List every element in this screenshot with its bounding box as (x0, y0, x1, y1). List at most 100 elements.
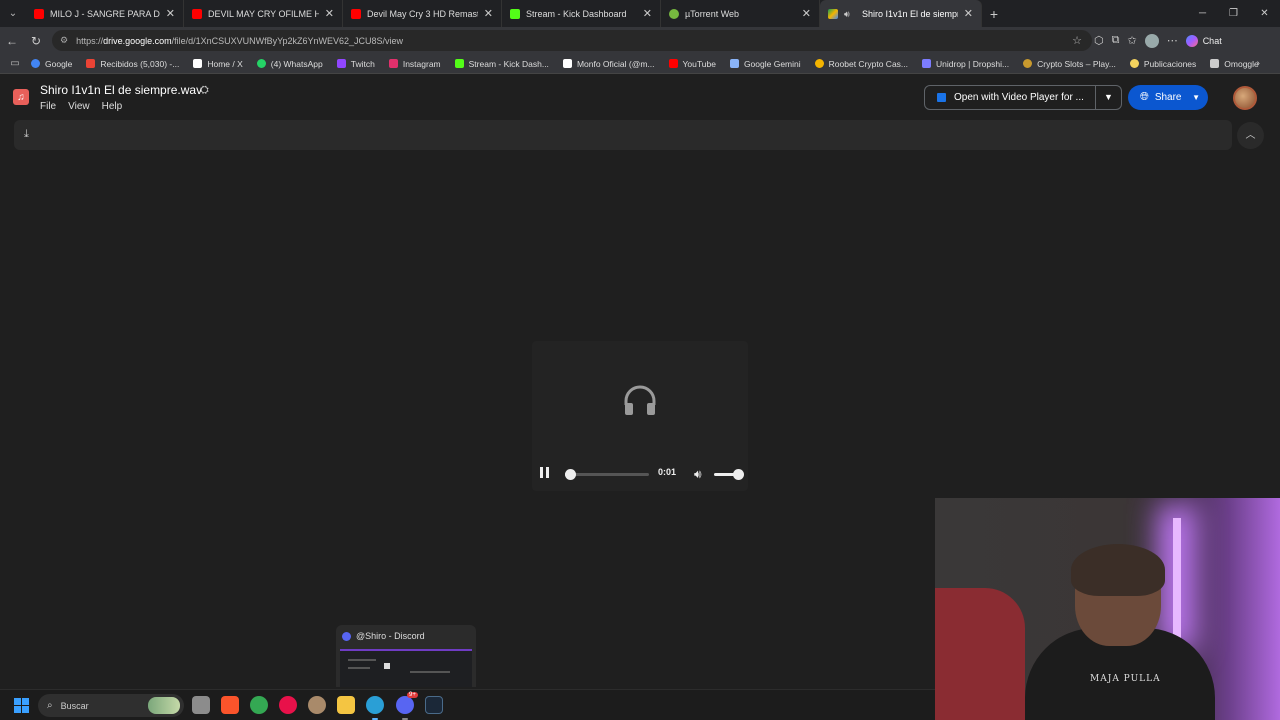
youtube-icon (351, 8, 361, 19)
bookmark-item[interactable]: Monfo Oficial (@m... (556, 59, 662, 69)
bookmark-star-icon[interactable]: ☆ (1072, 34, 1082, 47)
omoggle-icon (1210, 59, 1220, 68)
whatsapp-icon (256, 59, 266, 68)
split-screen-icon[interactable]: ⧉ (1112, 34, 1120, 47)
chrome-icon[interactable] (250, 696, 268, 714)
volume-icon[interactable]: 🔊︎ (694, 467, 702, 482)
menu-file[interactable]: File (40, 101, 56, 112)
tab-devil-may-cry-3[interactable]: Devil May Cry 3 HD Remaster PS5 ✕ (343, 0, 502, 27)
tab-title: DEVIL MAY CRY OFILME HUMANO (208, 8, 319, 19)
bookmark-item[interactable]: Publicaciones (1123, 59, 1203, 69)
open-with-button[interactable]: Open with Video Player for ... ▼ (924, 85, 1122, 110)
url-input[interactable]: ⚙ https://drive.google.com/file/d/1XnCSU… (52, 30, 1092, 51)
youtube-icon (668, 59, 678, 68)
bookmark-item[interactable]: Crypto Slots – Play... (1016, 59, 1123, 69)
preview-title: @Shiro - Discord (342, 631, 425, 641)
bookmark-item[interactable]: Home / X (186, 59, 249, 69)
publicaciones-icon (1129, 59, 1139, 68)
chevron-down-icon[interactable]: ▼ (1192, 93, 1200, 102)
x-icon (193, 59, 203, 68)
search-placeholder: Buscar (60, 700, 89, 711)
bookmark-item[interactable]: Google (24, 59, 79, 69)
share-button[interactable]: 🌐︎ Share ▼ (1128, 85, 1208, 110)
bookmarks-bar: ▭ Google Recibidos (5,030) -... Home / X… (0, 54, 1280, 74)
kick-icon (454, 59, 464, 68)
tab-utorrent[interactable]: µTorrent Web ✕ (661, 0, 820, 27)
shirt-print: MAJA PULLA (1090, 674, 1161, 684)
back-icon[interactable]: ← (0, 34, 24, 48)
avatar-app-icon[interactable] (308, 696, 326, 714)
account-avatar[interactable] (1233, 86, 1257, 110)
share-label: Share (1154, 92, 1182, 103)
file-title: Shiro I1v1n El de siempre.wav (40, 83, 203, 97)
steam-icon[interactable] (425, 696, 443, 714)
bookmark-item[interactable]: YouTube (662, 59, 723, 69)
player-controls: 0:01 🔊︎ (532, 461, 748, 487)
taskbar-search[interactable]: ⌕ Buscar (38, 694, 184, 717)
collapse-toolbar-button[interactable]: ︿ (1237, 122, 1264, 149)
discord-icon[interactable] (396, 696, 414, 714)
favorites-icon[interactable]: ✩ (1127, 34, 1136, 47)
menu-help[interactable]: Help (102, 101, 123, 112)
close-icon[interactable]: ✕ (643, 7, 652, 20)
search-highlight-image (148, 697, 180, 714)
bookmark-item[interactable]: Unidrop | Dropshi... (915, 59, 1016, 69)
tab-devil-may-cry-ofilme[interactable]: DEVIL MAY CRY OFILME HUMANO ✕ (184, 0, 343, 27)
profile-avatar[interactable] (1144, 33, 1159, 48)
more-menu-icon[interactable]: ⋯ (1167, 34, 1178, 47)
google-drive-icon (828, 8, 838, 19)
close-icon[interactable]: ✕ (964, 7, 973, 20)
brave-icon[interactable] (221, 696, 239, 714)
bookmarks-overflow-icon[interactable]: › (1257, 58, 1260, 69)
restore-icon[interactable]: ❐ (1218, 0, 1249, 27)
close-icon[interactable]: ✕ (484, 7, 493, 20)
tab-kick-dashboard[interactable]: Stream - Kick Dashboard ✕ (502, 0, 661, 27)
current-time: 0:01 (658, 467, 677, 477)
task-view-icon[interactable] (192, 696, 210, 714)
preview-thumbnail (340, 649, 472, 687)
minimize-icon[interactable]: ─ (1187, 0, 1218, 27)
seek-handle[interactable] (565, 469, 576, 480)
bookmark-item[interactable]: Stream - Kick Dash... (448, 59, 556, 69)
discord-window-preview[interactable]: @Shiro - Discord (336, 625, 476, 687)
media-player-icon[interactable] (279, 696, 297, 714)
close-icon[interactable]: ✕ (325, 7, 334, 20)
tab-drive-file[interactable]: 🔊︎ Shiro I1v1n El de siempre.wav ✕ (820, 0, 982, 27)
sidebar-toggle-icon[interactable]: ▭ (6, 58, 24, 69)
edge-icon[interactable] (366, 696, 384, 714)
tab-milo-j[interactable]: MILO J - SANGRE PARA DERRAMAR ✕ (26, 0, 184, 27)
google-icon (31, 59, 40, 68)
tab-search-chevron-icon[interactable]: ⌄ (0, 0, 26, 27)
bookmark-item[interactable]: Twitch (330, 59, 382, 69)
extensions-icon[interactable]: ⬡ (1094, 34, 1104, 47)
close-icon[interactable]: ✕ (802, 7, 811, 20)
webcam-overlay: MAJA PULLA (935, 498, 1280, 720)
download-icon[interactable]: ⤓ (24, 128, 29, 141)
bookmark-item[interactable]: (4) WhatsApp (250, 59, 330, 69)
bookmark-item[interactable]: Roobet Crypto Cas... (808, 59, 915, 69)
volume-handle[interactable] (733, 469, 744, 480)
bookmark-item[interactable]: Google Gemini (723, 59, 808, 69)
bookmark-item[interactable]: Recibidos (5,030) -... (79, 59, 186, 69)
file-explorer-icon[interactable] (337, 696, 355, 714)
globe-icon: 🌐︎ (1140, 91, 1149, 103)
close-icon[interactable]: ✕ (166, 7, 175, 20)
utorrent-icon (669, 8, 679, 19)
menu-view[interactable]: View (68, 101, 90, 112)
seek-slider[interactable] (565, 469, 649, 480)
windows-start-icon[interactable] (14, 698, 29, 713)
reload-icon[interactable]: ↻ (24, 34, 48, 48)
new-tab-button[interactable]: + (982, 6, 1006, 22)
shared-users-icon[interactable]: ⛭ (200, 84, 209, 97)
volume-slider[interactable] (714, 469, 744, 480)
chevron-down-icon[interactable]: ▼ (1095, 86, 1121, 109)
instagram-icon (388, 59, 398, 68)
site-info-icon[interactable]: ⚙ (60, 35, 68, 46)
headphones-icon (624, 385, 656, 415)
pause-icon[interactable] (540, 467, 552, 479)
speaker-icon: 🔊︎ (844, 8, 850, 19)
close-window-icon[interactable]: ✕ (1249, 0, 1280, 27)
copilot-chat-button[interactable]: Chat (1185, 34, 1222, 47)
unidrop-icon (922, 59, 932, 68)
bookmark-item[interactable]: Instagram (382, 59, 448, 69)
